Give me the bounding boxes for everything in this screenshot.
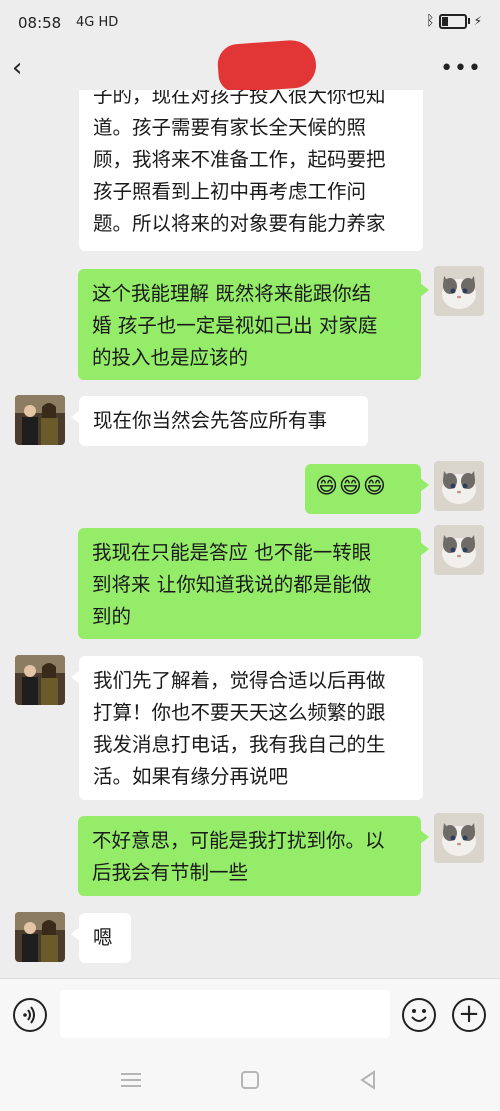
message-line: 到的 bbox=[92, 605, 132, 628]
emoji-grin-icon: 😄😄😄 bbox=[315, 474, 387, 499]
message-line: 这个我能理解 既然将来能跟你结 bbox=[92, 282, 372, 305]
message-outgoing[interactable]: 不好意思，可能是我打扰到你。以 后我会有节制一些 bbox=[78, 816, 429, 896]
battery-icon bbox=[438, 13, 467, 29]
system-navigation-bar bbox=[0, 1056, 500, 1111]
contact-avatar[interactable] bbox=[15, 912, 65, 962]
message-line: 子的，现在对孩子投入很大你也知 bbox=[93, 90, 386, 107]
status-time: 08:58 bbox=[18, 14, 62, 32]
message-incoming[interactable]: 子的，现在对孩子投入很大你也知 道。孩子需要有家长全天候的照 顾，我将来不准备工… bbox=[79, 90, 423, 251]
message-line: 题。所以将来的对象要有能力养家 bbox=[93, 212, 386, 235]
message-line: 现在你当然会先答应所有事 bbox=[93, 409, 328, 432]
my-avatar[interactable] bbox=[434, 461, 484, 511]
message-outgoing[interactable]: 我现在只能是答应 也不能一转眼 到将来 让你知道我说的都是能做 到的 bbox=[78, 528, 429, 639]
back-button[interactable]: ‹ bbox=[12, 50, 42, 90]
home-icon[interactable] bbox=[240, 1070, 260, 1095]
charging-icon: ⚡ bbox=[473, 14, 482, 28]
message-outgoing[interactable]: 这个我能理解 既然将来能跟你结 婚 孩子也一定是视如己出 对家庭 的投入也是应该… bbox=[78, 269, 429, 380]
message-line: 活。如果有缘分再说吧 bbox=[93, 765, 289, 788]
emoji-icon[interactable] bbox=[402, 998, 436, 1032]
message-line: 不好意思，可能是我打扰到你。以 bbox=[92, 829, 385, 852]
message-line: 嗯 bbox=[93, 926, 113, 949]
message-outgoing-emoji[interactable]: 😄😄😄 bbox=[305, 464, 429, 514]
input-bar: + bbox=[0, 978, 500, 1057]
message-line: 后我会有节制一些 bbox=[92, 861, 249, 884]
chat-header: ‹ ••• bbox=[0, 38, 500, 94]
more-options-button[interactable]: ••• bbox=[440, 50, 482, 90]
message-line: 道。孩子需要有家长全天候的照 bbox=[93, 116, 367, 139]
my-avatar[interactable] bbox=[434, 266, 484, 316]
menu-icon[interactable] bbox=[120, 1070, 142, 1095]
message-line: 我现在只能是答应 也不能一转眼 bbox=[92, 541, 372, 564]
chat-message-list[interactable]: 子的，现在对孩子投入很大你也知 道。孩子需要有家长全天候的照 顾，我将来不准备工… bbox=[0, 90, 500, 978]
contact-avatar[interactable] bbox=[15, 395, 65, 445]
message-line: 我们先了解着，觉得合适以后再做 bbox=[93, 669, 386, 692]
status-icons: ᛒ ⚡ bbox=[426, 13, 482, 29]
message-incoming[interactable]: 嗯 bbox=[71, 913, 131, 963]
signal-indicator: 4G HD bbox=[76, 15, 119, 30]
message-line: 孩子照看到上初中再考虑工作问 bbox=[93, 180, 367, 203]
message-line: 婚 孩子也一定是视如己出 对家庭 bbox=[92, 314, 378, 337]
my-avatar[interactable] bbox=[434, 525, 484, 575]
message-incoming[interactable]: 现在你当然会先答应所有事 bbox=[71, 396, 368, 446]
contact-name-redacted bbox=[216, 38, 318, 94]
message-input[interactable] bbox=[60, 990, 390, 1038]
battery-tip bbox=[467, 18, 470, 24]
message-line: 我发消息打电话，我有我自己的生 bbox=[93, 733, 386, 756]
voice-icon[interactable] bbox=[13, 998, 47, 1032]
back-triangle-icon[interactable] bbox=[358, 1070, 378, 1095]
my-avatar[interactable] bbox=[434, 813, 484, 863]
plus-icon[interactable]: + bbox=[452, 998, 486, 1032]
contact-avatar[interactable] bbox=[15, 655, 65, 705]
message-incoming[interactable]: 我们先了解着，觉得合适以后再做 打算！你也不要天天这么频繁的跟 我发消息打电话，… bbox=[71, 656, 423, 800]
message-line: 到将来 让你知道我说的都是能做 bbox=[92, 573, 372, 596]
message-line: 打算！你也不要天天这么频繁的跟 bbox=[93, 701, 386, 724]
message-line: 顾，我将来不准备工作，起码要把 bbox=[93, 148, 386, 171]
message-line: 的投入也是应该的 bbox=[92, 346, 249, 369]
bluetooth-icon: ᛒ bbox=[426, 13, 435, 29]
